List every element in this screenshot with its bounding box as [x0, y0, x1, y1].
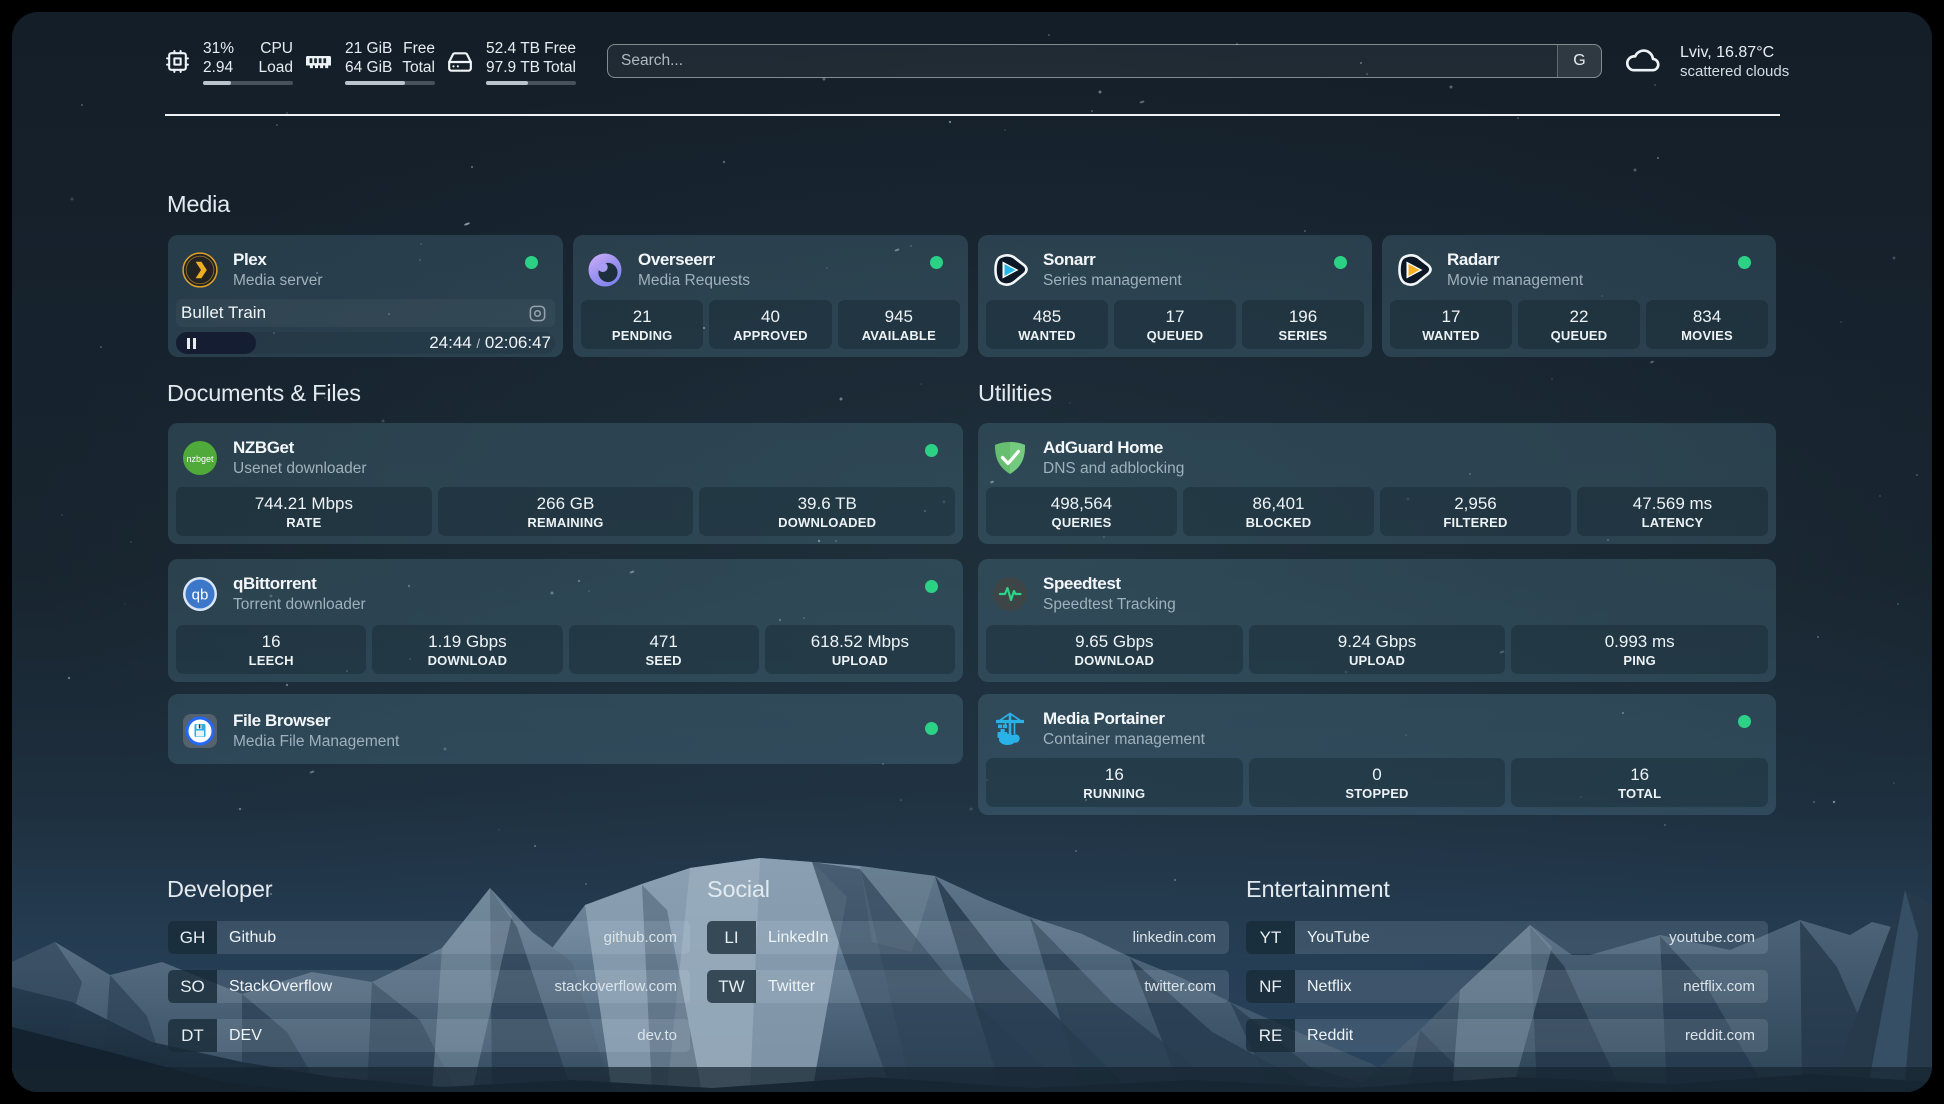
svg-text:nzbget: nzbget: [186, 454, 214, 464]
svg-text:qb: qb: [192, 586, 209, 603]
